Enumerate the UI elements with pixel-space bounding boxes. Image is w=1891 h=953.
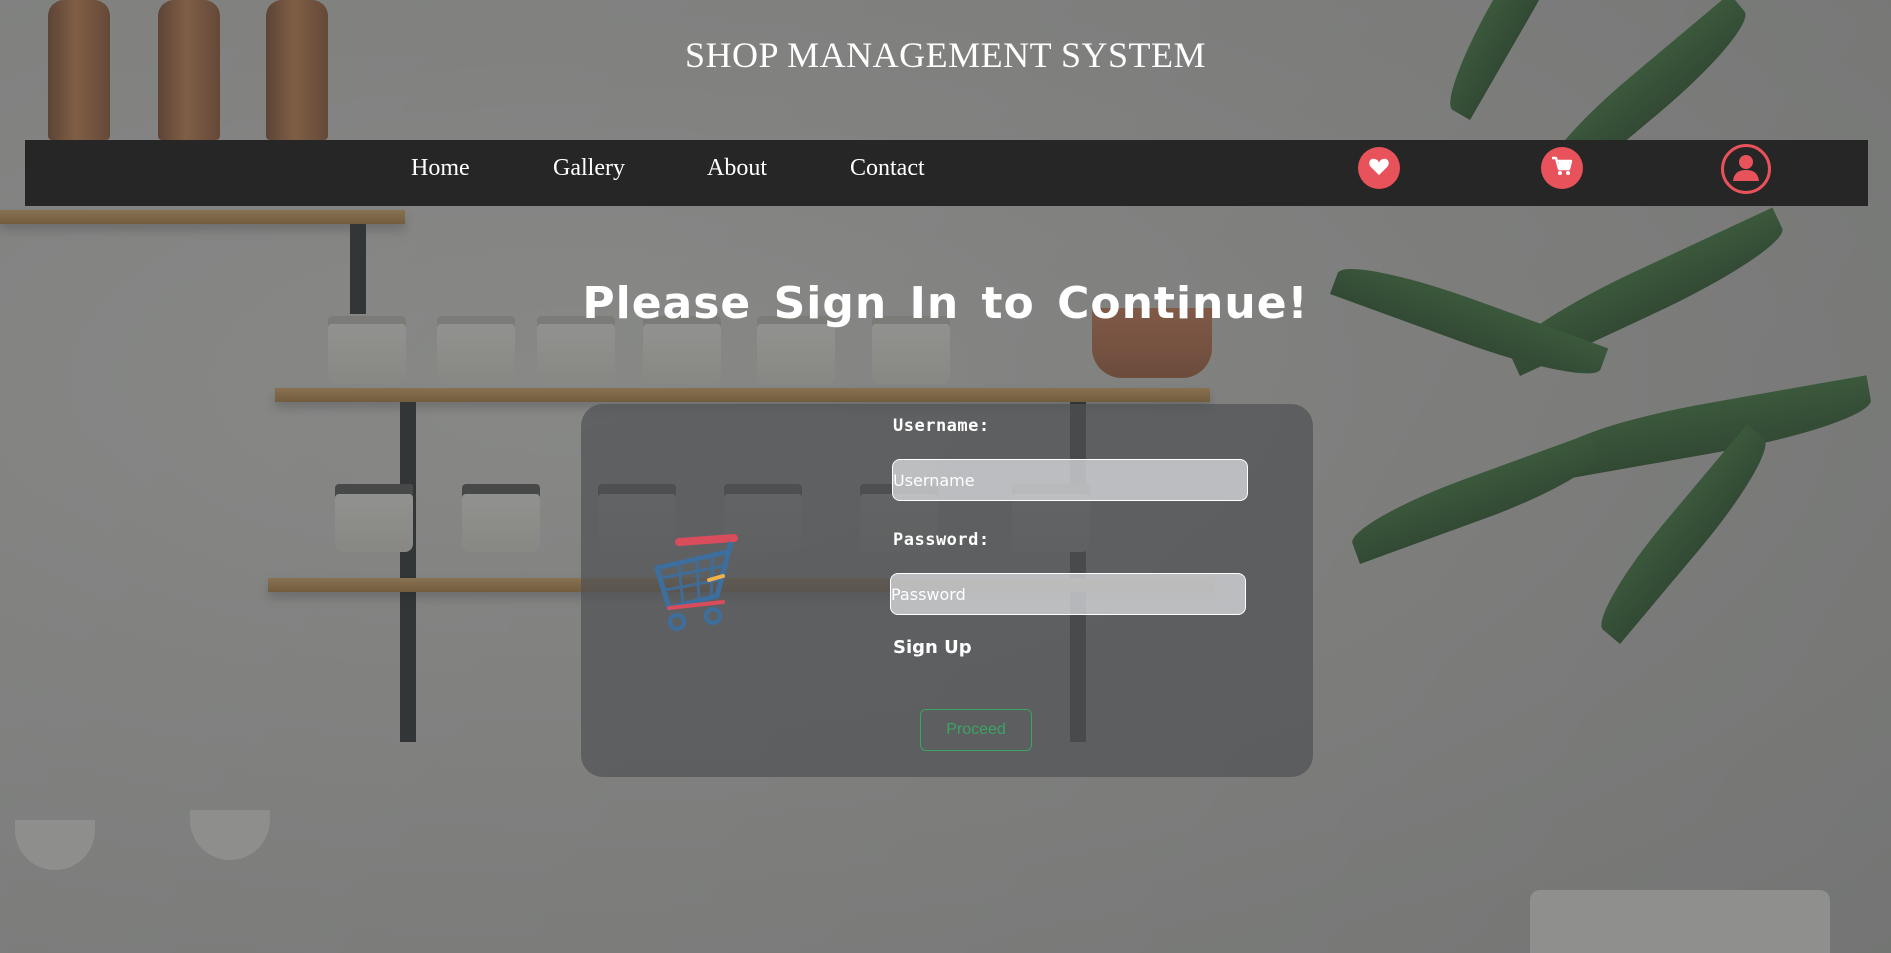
password-label: Password: [893,530,990,550]
password-input[interactable] [890,573,1246,615]
site-title: SHOP MANAGEMENT SYSTEM [684,35,1207,75]
page-heading: Please Sign In to Continue! [582,278,1309,329]
proceed-button[interactable]: Proceed [920,709,1032,751]
login-card: Username: Password: Sign Up Proceed [581,404,1313,777]
username-label: Username: [893,416,990,436]
nav-link-gallery[interactable]: Gallery [553,153,625,184]
nav-link-contact[interactable]: Contact [850,153,925,184]
sign-up-link[interactable]: Sign Up [893,637,972,658]
username-input[interactable] [892,459,1248,501]
navbar: Home Gallery About Contact [25,140,1868,206]
wishlist-button[interactable] [1358,147,1400,189]
heart-icon [1368,156,1390,181]
profile-button[interactable] [1721,144,1771,194]
cart-icon [1550,155,1574,182]
cart-button[interactable] [1541,147,1583,189]
nav-links: Home Gallery About Contact [25,140,1868,206]
nav-link-about[interactable]: About [707,153,767,184]
user-icon [1729,150,1763,189]
nav-link-home[interactable]: Home [411,153,470,184]
shopping-cart-logo-icon [639,522,749,652]
